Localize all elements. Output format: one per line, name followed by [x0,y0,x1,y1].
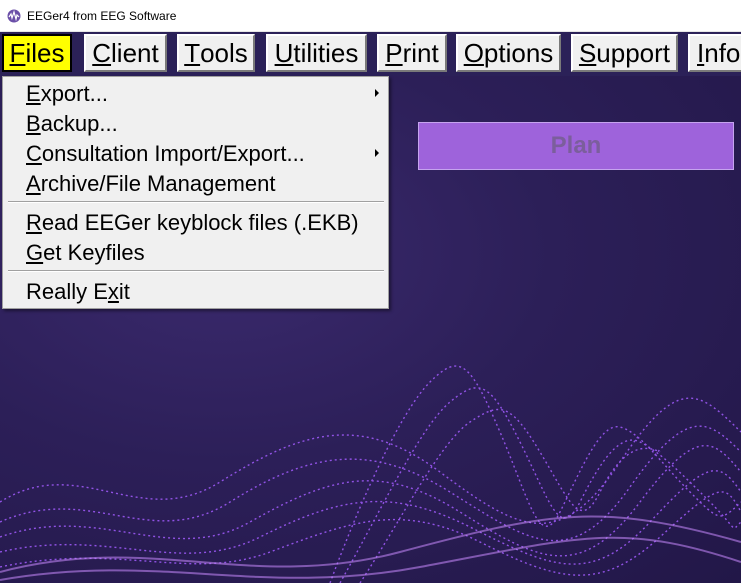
title-bar: EEGer4 from EEG Software [0,0,741,32]
menu-item-text: ead EEGer keyblock files (.EKB) [41,210,359,235]
menu-item-text: et Keyfiles [43,240,145,265]
menu-item-really-exit[interactable]: Really Ex it [3,277,388,307]
menu-support-label: upport [596,38,671,68]
eeger-app-icon [7,9,21,23]
menu-files-accelerator: F [9,38,26,68]
menu-bar: Files Client Tools Utilities Print Optio… [0,32,741,76]
files-dropdown-menu: Export... Backup... Consultation Import/… [2,76,389,309]
menu-tools-accelerator: T [184,38,201,68]
menu-item-text: xport... [40,81,108,106]
menu-support-accelerator: S [578,38,597,68]
menu-print[interactable]: Print [377,34,447,72]
accelerator-key: B [26,111,41,136]
menu-item-export[interactable]: Export... [3,79,388,109]
menu-utilities-accelerator: U [274,38,294,68]
submenu-arrow-icon [375,89,379,97]
menu-options-accelerator: O [463,38,484,68]
menu-print-label: rint [402,38,439,68]
menu-item-text: ackup... [40,111,118,136]
menu-item-backup[interactable]: Backup... [3,109,388,139]
menu-utilities[interactable]: Utilities [266,34,367,72]
window-title: EEGer4 from EEG Software [27,8,177,23]
menu-separator [8,270,384,272]
menu-info[interactable]: Info [688,34,741,72]
menu-options[interactable]: Options [456,34,561,72]
accelerator-key: E [26,81,41,106]
menu-utilities-label: tilities [293,38,359,68]
accelerator-key: G [26,240,44,265]
menu-item-text: it [118,279,130,304]
menu-info-accelerator: I [697,38,705,68]
menu-info-label: nfo [704,38,741,68]
menu-item-text: Really E [26,279,108,304]
plan-button[interactable]: Plan [418,122,734,170]
menu-support[interactable]: Support [571,34,678,72]
menu-tools[interactable]: Tools [177,34,255,72]
accelerator-key: x [107,279,119,304]
menu-client-label: lient [111,38,159,68]
menu-print-accelerator: P [385,38,403,68]
menu-item-get-keyfiles[interactable]: Get Keyfiles [3,238,388,268]
menu-item-text: rchive/File Management [40,171,276,196]
menu-files[interactable]: Files [2,34,72,72]
accelerator-key: C [26,141,42,166]
menu-item-text: onsultation Import/Export... [41,141,305,166]
menu-separator [8,201,384,203]
accelerator-key: R [26,210,42,235]
menu-client-accelerator: C [92,38,112,68]
menu-item-consultation-import-export[interactable]: Consultation Import/Export... [3,139,388,169]
submenu-arrow-icon [375,149,379,157]
menu-client[interactable]: Client [84,34,167,72]
accelerator-key: A [26,171,41,196]
menu-files-label: iles [25,38,65,68]
menu-tools-label: ools [200,38,248,68]
menu-item-archive-file-management[interactable]: Archive/File Management [3,169,388,199]
menu-item-read-keyblock-files[interactable]: Read EEGer keyblock files (.EKB) [3,208,388,238]
menu-options-label: ptions [483,38,554,68]
